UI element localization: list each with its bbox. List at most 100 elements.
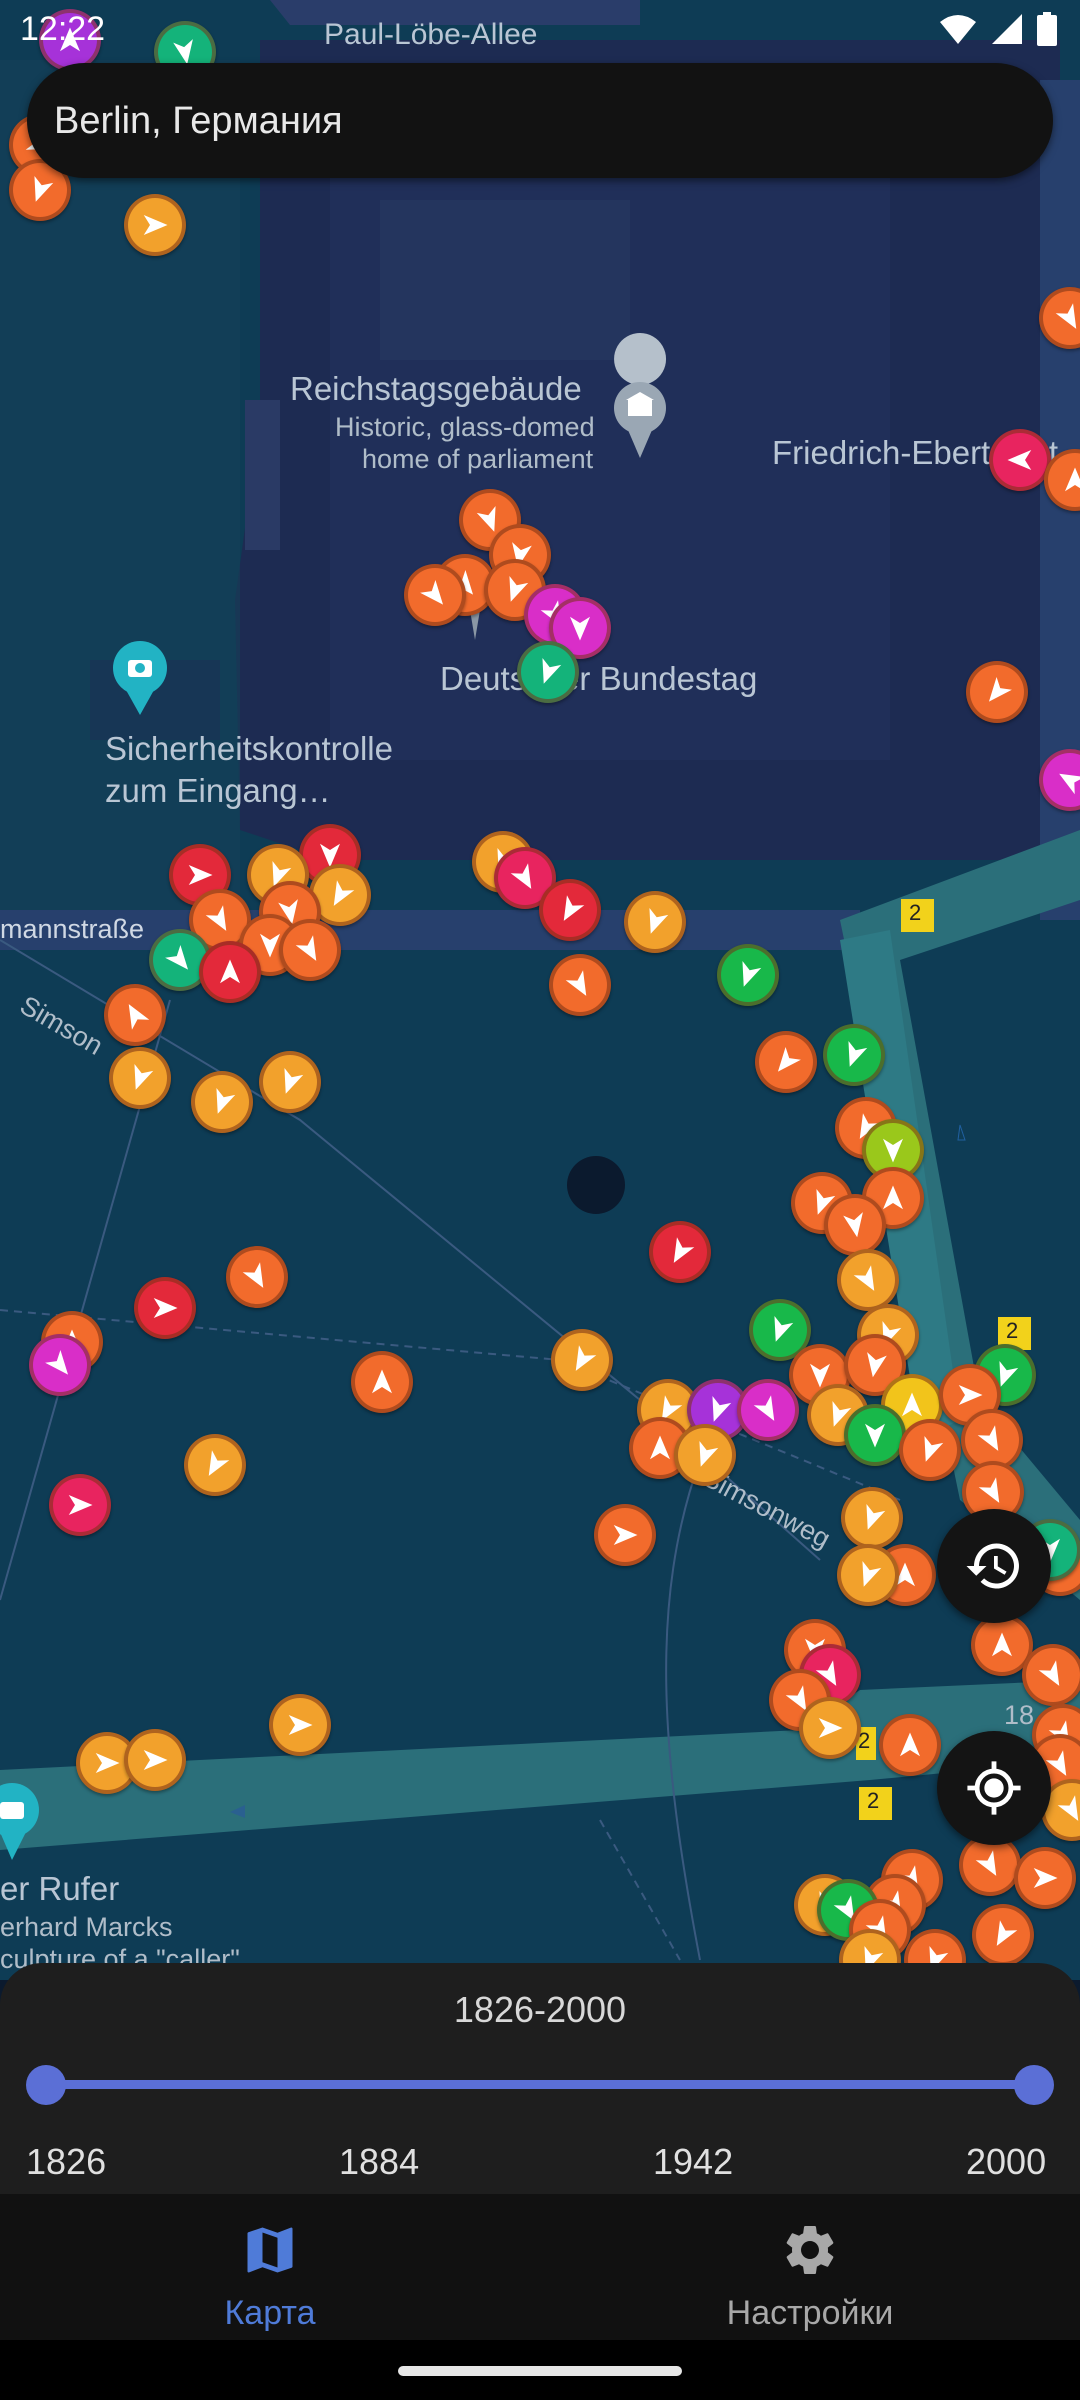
direction-arrow-icon xyxy=(333,880,355,906)
poi-marker[interactable] xyxy=(824,1194,886,1256)
direction-arrow-icon xyxy=(753,1395,775,1421)
map-view[interactable]: Paul-Löbe-Allee Reichstagsgebäude Histor… xyxy=(0,0,1080,1991)
search-input[interactable]: Berlin, Германия xyxy=(54,100,343,143)
place-label[interactable]: Sicherheitskontrolle xyxy=(105,730,393,768)
nav-label-settings: Настройки xyxy=(726,2294,894,2332)
poi-marker[interactable] xyxy=(649,1221,711,1283)
road-sign-label: 2 xyxy=(867,1788,880,1813)
direction-arrow-icon xyxy=(613,1525,638,1545)
direction-arrow-icon xyxy=(1055,303,1077,329)
direction-arrow-icon xyxy=(153,1298,178,1318)
direction-arrow-icon xyxy=(867,1352,887,1378)
poi-marker[interactable] xyxy=(594,1504,656,1566)
poi-marker[interactable] xyxy=(29,1334,91,1396)
place-title-label[interactable]: Reichstagsgebäude xyxy=(290,370,582,408)
direction-arrow-icon xyxy=(575,1345,597,1371)
poi-marker[interactable] xyxy=(1014,1847,1076,1909)
direction-arrow-icon xyxy=(1065,467,1080,492)
direction-arrow-icon xyxy=(862,1561,882,1587)
poi-marker[interactable] xyxy=(879,1714,941,1776)
direction-arrow-icon xyxy=(205,905,227,931)
place-desc-label: Historic, glass-domed xyxy=(335,412,595,442)
direction-arrow-icon xyxy=(216,1088,236,1114)
place-desc-label: erhard Marcks xyxy=(0,1912,173,1942)
direction-arrow-icon xyxy=(924,1436,944,1462)
poi-marker[interactable] xyxy=(226,1246,288,1308)
poi-marker[interactable] xyxy=(539,879,601,941)
poi-marker[interactable] xyxy=(966,661,1028,723)
direction-arrow-icon xyxy=(295,935,317,961)
status-clock: 12:22 xyxy=(20,10,106,48)
poi-marker[interactable] xyxy=(279,919,341,981)
place-label[interactable]: er Rufer xyxy=(0,1870,119,1908)
range-slider-start-thumb[interactable] xyxy=(26,2065,66,2105)
direction-arrow-icon xyxy=(848,1041,868,1067)
poi-marker[interactable] xyxy=(199,941,261,1003)
poi-marker[interactable] xyxy=(184,1434,246,1496)
range-slider-end-thumb[interactable] xyxy=(1014,2065,1054,2105)
poi-marker[interactable] xyxy=(799,1697,861,1759)
nav-item-map[interactable]: Карта xyxy=(0,2194,540,2340)
direction-arrow-icon xyxy=(563,895,585,921)
poi-marker[interactable] xyxy=(624,891,686,953)
poi-marker[interactable] xyxy=(1022,1644,1080,1706)
poi-marker[interactable] xyxy=(837,1249,899,1311)
poi-marker[interactable] xyxy=(259,1051,321,1113)
poi-marker[interactable] xyxy=(134,1277,196,1339)
poi-marker[interactable] xyxy=(49,1474,111,1536)
battery-icon xyxy=(1037,12,1057,46)
poi-marker[interactable] xyxy=(517,641,579,703)
range-tick-label: 1884 xyxy=(339,2141,420,2182)
direction-arrow-icon xyxy=(996,1920,1018,1946)
nav-item-settings[interactable]: Настройки xyxy=(540,2194,1080,2340)
poi-marker[interactable] xyxy=(837,1544,899,1606)
poi-marker[interactable] xyxy=(351,1351,413,1413)
direction-arrow-icon xyxy=(650,1435,670,1460)
poi-marker[interactable] xyxy=(755,1031,817,1093)
history-button[interactable] xyxy=(937,1509,1051,1623)
poi-marker[interactable] xyxy=(549,954,611,1016)
poi-marker[interactable] xyxy=(551,1329,613,1391)
poi-marker[interactable] xyxy=(269,1694,331,1756)
poi-marker[interactable] xyxy=(104,984,166,1046)
direction-arrow-icon xyxy=(988,676,1012,702)
poi-marker[interactable] xyxy=(989,429,1051,491)
partial-label: 18 xyxy=(1004,1700,1035,1730)
direction-arrow-icon xyxy=(284,1068,304,1094)
poi-marker[interactable] xyxy=(823,1024,885,1086)
poi-marker[interactable] xyxy=(844,1404,906,1466)
poi-marker[interactable] xyxy=(972,1904,1034,1966)
direction-arrow-icon xyxy=(883,1138,903,1163)
direction-arrow-icon xyxy=(143,215,168,235)
poi-marker[interactable] xyxy=(124,194,186,256)
poi-marker[interactable] xyxy=(109,1047,171,1109)
gesture-handle[interactable] xyxy=(398,2366,682,2376)
poi-marker[interactable] xyxy=(674,1424,736,1486)
direction-arrow-icon xyxy=(134,1064,154,1090)
direction-arrow-icon xyxy=(866,1504,886,1530)
range-tick-label: 2000 xyxy=(966,2141,1047,2182)
direction-arrow-icon xyxy=(372,1369,392,1394)
poi-marker[interactable] xyxy=(191,1071,253,1133)
direction-arrow-icon xyxy=(975,1850,997,1876)
poi-marker[interactable] xyxy=(899,1419,961,1481)
direction-arrow-icon xyxy=(900,1732,920,1757)
search-bar[interactable]: Berlin, Германия xyxy=(27,63,1053,178)
poi-marker[interactable] xyxy=(737,1379,799,1441)
direction-arrow-icon xyxy=(1038,1660,1060,1686)
signal-icon xyxy=(992,14,1022,44)
poi-marker[interactable] xyxy=(124,1729,186,1791)
place-label[interactable]: Deutscher Bundestag xyxy=(440,660,757,698)
direction-arrow-icon xyxy=(95,1753,120,1773)
gear-icon xyxy=(786,2226,834,2274)
direction-arrow-icon xyxy=(865,1423,885,1448)
my-location-button[interactable] xyxy=(937,1731,1051,1845)
poi-marker[interactable] xyxy=(841,1487,903,1549)
direction-arrow-icon xyxy=(818,1718,843,1738)
range-slider-track[interactable] xyxy=(46,2080,1034,2089)
place-label: zum Eingang… xyxy=(105,772,331,809)
poi-marker[interactable] xyxy=(404,564,466,626)
poi-marker[interactable] xyxy=(717,944,779,1006)
direction-arrow-icon xyxy=(1007,450,1032,470)
range-tick-label: 1826 xyxy=(26,2141,107,2182)
